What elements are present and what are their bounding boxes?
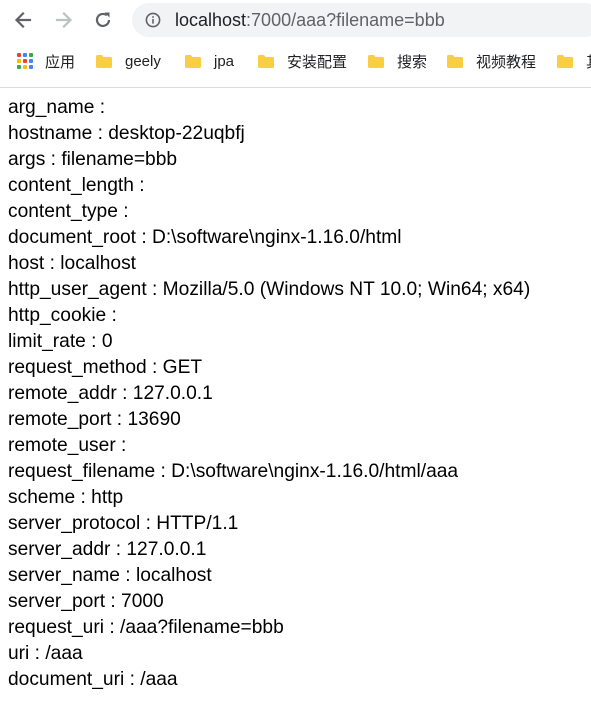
- variable-line: document_uri : /aaa: [8, 669, 178, 690]
- variable-line: http_user_agent : Mozilla/5.0 (Windows N…: [8, 279, 531, 300]
- variable-line: remote_user :: [8, 435, 127, 456]
- variable-line: http_cookie :: [8, 305, 117, 326]
- variable-line: server_name : localhost: [8, 565, 212, 586]
- folder-icon: [185, 54, 201, 68]
- variable-line: server_port : 7000: [8, 591, 164, 612]
- variable-line: arg_name :: [8, 97, 106, 118]
- page-content: arg_name : hostname : desktop-22uqbfj ar…: [8, 95, 591, 693]
- bookmark-label: 视频教程: [476, 53, 537, 71]
- info-icon[interactable]: [145, 12, 161, 28]
- variable-line: args : filename=bbb: [8, 149, 178, 170]
- folder-icon: [557, 54, 573, 68]
- arrow-left-icon: [14, 11, 32, 29]
- reload-icon: [95, 12, 111, 27]
- variable-line: host : localhost: [8, 253, 136, 274]
- variable-line: request_method : GET: [8, 357, 203, 378]
- back-button[interactable]: [9, 6, 37, 34]
- variable-line: remote_addr : 127.0.0.1: [8, 383, 213, 404]
- forward-button[interactable]: [50, 6, 78, 34]
- variable-line: limit_rate : 0: [8, 331, 113, 352]
- bookmarks-bar: 应用 geely jpa 安装配置 搜索 视频教程 其: [0, 44, 591, 78]
- variable-line: server_protocol : HTTP/1.1: [8, 513, 239, 534]
- bookmark-label: jpa: [214, 52, 235, 70]
- variable-line: hostname : desktop-22uqbfj: [8, 123, 245, 144]
- folder-icon: [368, 54, 384, 68]
- bookmark-label: 应用: [45, 53, 76, 71]
- folder-icon: [258, 54, 274, 68]
- variable-line: content_length :: [8, 175, 145, 196]
- url-path: :7000/aaa?filename=bbb: [246, 10, 445, 30]
- browser-toolbar: localhost:7000/aaa?filename=bbb: [0, 0, 591, 40]
- folder-icon: [96, 54, 112, 68]
- address-bar[interactable]: localhost:7000/aaa?filename=bbb: [132, 3, 591, 37]
- bookmark-label: 安装配置: [287, 53, 348, 71]
- variable-line: uri : /aaa: [8, 643, 83, 664]
- variable-line: scheme : http: [8, 487, 124, 508]
- variable-line: request_uri : /aaa?filename=bbb: [8, 617, 284, 638]
- arrow-right-icon: [55, 11, 73, 29]
- variable-line: document_root : D:\software\nginx-1.16.0…: [8, 227, 402, 248]
- apps-grid-icon: [17, 53, 33, 69]
- bookmark-install-config[interactable]: 安装配置: [258, 50, 347, 72]
- bookmark-other[interactable]: 其: [557, 50, 591, 72]
- bookmark-label: geely: [125, 52, 161, 70]
- bookmark-video-tutorials[interactable]: 视频教程: [447, 50, 536, 72]
- bookmark-geely[interactable]: geely: [96, 50, 161, 72]
- browser-chrome: localhost:7000/aaa?filename=bbb 应用 geely…: [0, 0, 591, 88]
- bookmark-search[interactable]: 搜索: [368, 50, 427, 72]
- variable-line: remote_port : 13690: [8, 409, 181, 430]
- folder-icon: [447, 54, 463, 68]
- bookmark-label: 搜索: [397, 53, 428, 71]
- variable-line: request_filename : D:\software\nginx-1.1…: [8, 461, 459, 482]
- variable-line: content_type :: [8, 201, 129, 222]
- bookmark-label: 其: [586, 51, 591, 72]
- variable-line: server_addr : 127.0.0.1: [8, 539, 207, 560]
- url-host: localhost: [175, 10, 247, 30]
- reload-button[interactable]: [89, 6, 117, 34]
- url-text[interactable]: localhost:7000/aaa?filename=bbb: [175, 10, 445, 30]
- bookmark-apps[interactable]: 应用: [17, 50, 75, 72]
- bookmark-jpa[interactable]: jpa: [185, 50, 234, 72]
